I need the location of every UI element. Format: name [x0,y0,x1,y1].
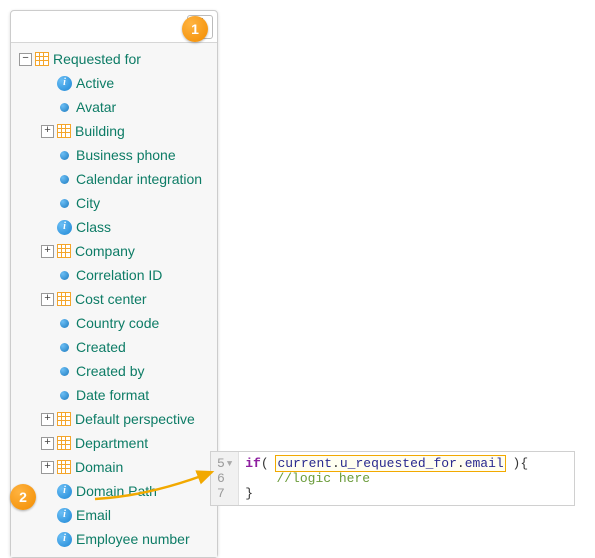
dot-icon [60,271,69,280]
highlighted-expression: current.u_requested_for.email [276,456,504,471]
expand-icon[interactable]: + [41,245,54,258]
tree-root-label: Requested for [53,49,141,69]
tree-item[interactable]: Domain Path [11,479,217,503]
tree-item[interactable]: Avatar [11,95,217,119]
tree-item-label: Avatar [76,97,116,117]
table-icon [57,436,71,450]
tree-item-label: Country code [76,313,159,333]
expand-icon[interactable]: + [41,125,54,138]
expand-icon[interactable]: + [41,461,54,474]
tree-item[interactable]: + Default perspective [11,407,217,431]
tree-item-label: Email [76,505,111,525]
callout-badge-2: 2 [10,484,36,510]
expand-icon[interactable]: + [41,413,54,426]
table-icon [57,292,71,306]
tree-item[interactable]: Date format [11,383,217,407]
tree-item[interactable]: Business phone [11,143,217,167]
dot-icon [60,103,69,112]
tree-item-label: Class [76,217,111,237]
tree-item-label: Correlation ID [76,265,162,285]
line-number: 7 [217,486,225,501]
table-icon [57,124,71,138]
tree-item[interactable]: Created [11,335,217,359]
tree-item[interactable]: + Domain [11,455,217,479]
code-snippet-panel: 5▼ 6▼ 7▼ if( current.u_requested_for.ema… [210,451,575,506]
tree-item[interactable]: Correlation ID [11,263,217,287]
table-icon [57,412,71,426]
tree-item-label: Created [76,337,126,357]
code-content[interactable]: if( current.u_requested_for.email ){ //l… [239,452,534,505]
fold-icon[interactable]: ▼ [227,459,232,469]
table-icon [57,460,71,474]
info-icon [57,508,72,523]
tree-body: − Requested for Active Avatar + Building Bus… [11,43,217,557]
dot-icon [60,367,69,376]
tree-item[interactable]: Employee number [11,527,217,551]
tree-item[interactable]: + Company [11,239,217,263]
tree-item-label: Building [75,121,125,141]
callout-badge-1: 1 [182,16,208,42]
expand-icon[interactable]: + [41,293,54,306]
dot-icon [60,175,69,184]
tree-item[interactable]: Created by [11,359,217,383]
code-gutter: 5▼ 6▼ 7▼ [211,452,239,505]
field-tree-panel: − Requested for Active Avatar + Building Bus… [10,10,218,558]
expand-icon[interactable]: + [41,437,54,450]
dot-icon [60,391,69,400]
tree-item[interactable]: City [11,191,217,215]
tree-root-requested-for[interactable]: − Requested for [11,47,217,71]
tree-item-label: Department [75,433,148,453]
keyword-if: if [245,456,261,471]
tree-item[interactable]: Class [11,215,217,239]
tree-item-label: Business phone [76,145,176,165]
tree-item-label: Company [75,241,135,261]
tree-item-label: Date format [76,385,149,405]
tree-item[interactable]: + Building [11,119,217,143]
line-number: 6 [217,471,225,486]
tree-item[interactable]: Active [11,71,217,95]
line-number: 5 [217,456,225,471]
info-icon [57,484,72,499]
tree-item-label: Active [76,73,114,93]
tree-item[interactable]: + Department [11,431,217,455]
tree-item-label: Default perspective [75,409,195,429]
code-comment: //logic here [276,471,370,486]
tree-item-label: Calendar integration [76,169,202,189]
dot-icon [60,151,69,160]
tree-item-label: Domain Path [76,481,157,501]
tree-item-label: Cost center [75,289,147,309]
dot-icon [60,199,69,208]
info-icon [57,76,72,91]
tree-item[interactable]: Calendar integration [11,167,217,191]
tree-item-label: Employee number [76,529,190,549]
collapse-icon[interactable]: − [19,53,32,66]
tree-item[interactable]: Email [11,503,217,527]
info-icon [57,532,72,547]
tree-item-label: Domain [75,457,123,477]
dot-icon [60,343,69,352]
tree-item[interactable]: Country code [11,311,217,335]
table-icon [57,244,71,258]
tree-item-label: Created by [76,361,144,381]
info-icon [57,220,72,235]
table-icon [35,52,49,66]
tree-item[interactable]: + Cost center [11,287,217,311]
tree-item-label: City [76,193,100,213]
dot-icon [60,319,69,328]
